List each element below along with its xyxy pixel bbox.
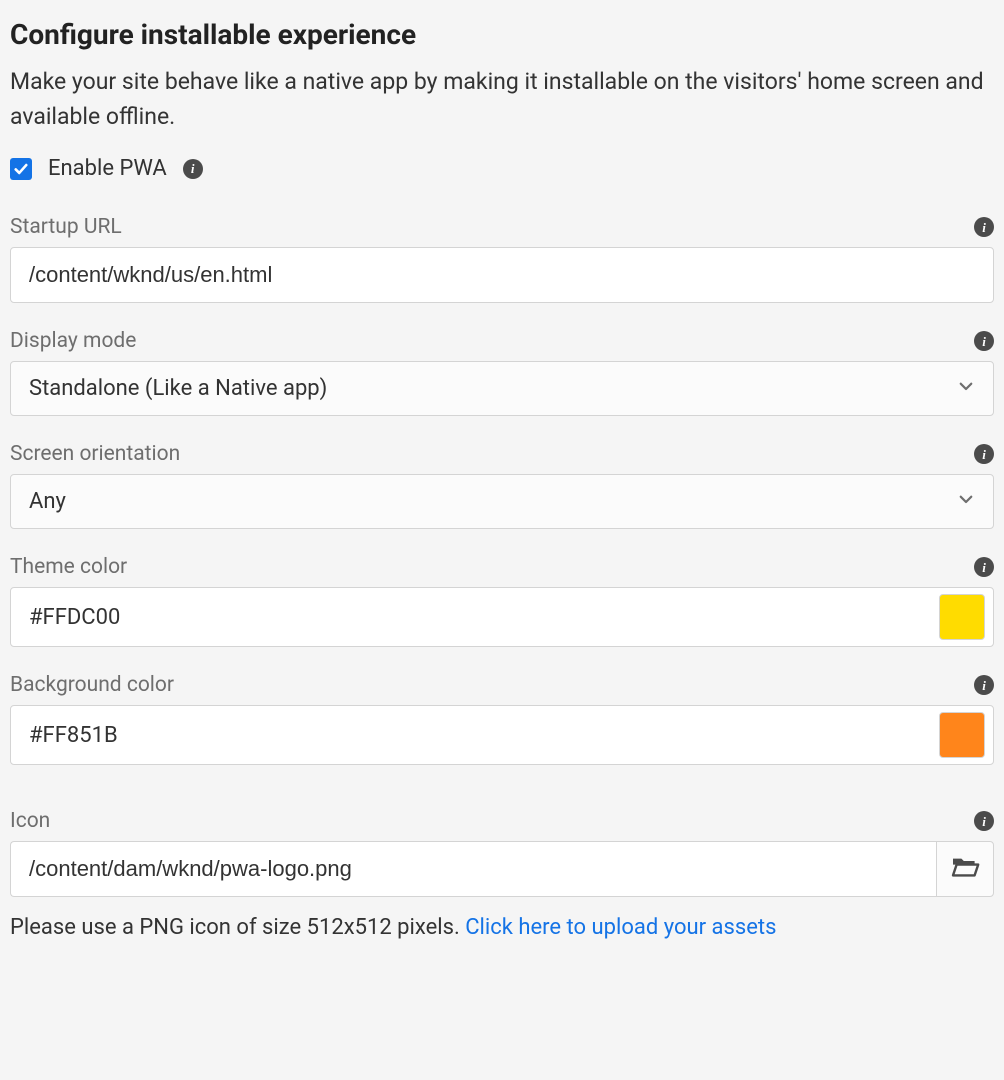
page-subtitle: Make your site behave like a native app …	[10, 65, 994, 134]
theme-color-label: Theme color	[10, 555, 127, 579]
info-icon[interactable]: i	[974, 217, 994, 237]
startup-url-field: Startup URL i	[10, 215, 994, 303]
icon-hint: Please use a PNG icon of size 512x512 pi…	[10, 915, 994, 940]
screen-orientation-field: Screen orientation i Any	[10, 442, 994, 529]
theme-color-value: #FFDC00	[29, 605, 120, 630]
enable-pwa-label: Enable PWA	[48, 156, 167, 181]
enable-pwa-checkbox[interactable]	[10, 158, 32, 180]
background-color-label: Background color	[10, 673, 174, 697]
chevron-down-icon	[957, 489, 975, 514]
background-color-input-row[interactable]: #FF851B	[10, 705, 994, 765]
info-icon[interactable]: i	[974, 444, 994, 464]
info-icon[interactable]: i	[183, 159, 203, 179]
background-color-field: Background color i #FF851B	[10, 673, 994, 765]
display-mode-field: Display mode i Standalone (Like a Native…	[10, 329, 994, 416]
icon-label: Icon	[10, 809, 50, 833]
chevron-down-icon	[957, 376, 975, 401]
display-mode-label: Display mode	[10, 329, 136, 353]
info-icon[interactable]: i	[974, 811, 994, 831]
background-color-swatch[interactable]	[939, 712, 985, 758]
startup-url-input[interactable]	[10, 247, 994, 303]
icon-hint-text: Please use a PNG icon of size 512x512 pi…	[10, 915, 465, 940]
upload-assets-link[interactable]: Click here to upload your assets	[465, 915, 776, 940]
browse-button[interactable]	[936, 841, 994, 897]
screen-orientation-label: Screen orientation	[10, 442, 180, 466]
info-icon[interactable]: i	[974, 557, 994, 577]
display-mode-select[interactable]: Standalone (Like a Native app)	[10, 361, 994, 416]
icon-path-input[interactable]	[10, 841, 936, 897]
startup-url-label: Startup URL	[10, 215, 122, 239]
icon-field: Icon i Please use a PNG icon of size 512…	[10, 809, 994, 940]
info-icon[interactable]: i	[974, 331, 994, 351]
display-mode-value: Standalone (Like a Native app)	[29, 376, 327, 401]
theme-color-swatch[interactable]	[939, 594, 985, 640]
page-title: Configure installable experience	[10, 18, 994, 51]
screen-orientation-value: Any	[29, 489, 66, 514]
folder-open-icon	[950, 855, 980, 883]
info-icon[interactable]: i	[974, 675, 994, 695]
enable-pwa-row: Enable PWA i	[10, 156, 994, 181]
theme-color-field: Theme color i #FFDC00	[10, 555, 994, 647]
theme-color-input-row[interactable]: #FFDC00	[10, 587, 994, 647]
background-color-value: #FF851B	[29, 723, 118, 748]
screen-orientation-select[interactable]: Any	[10, 474, 994, 529]
